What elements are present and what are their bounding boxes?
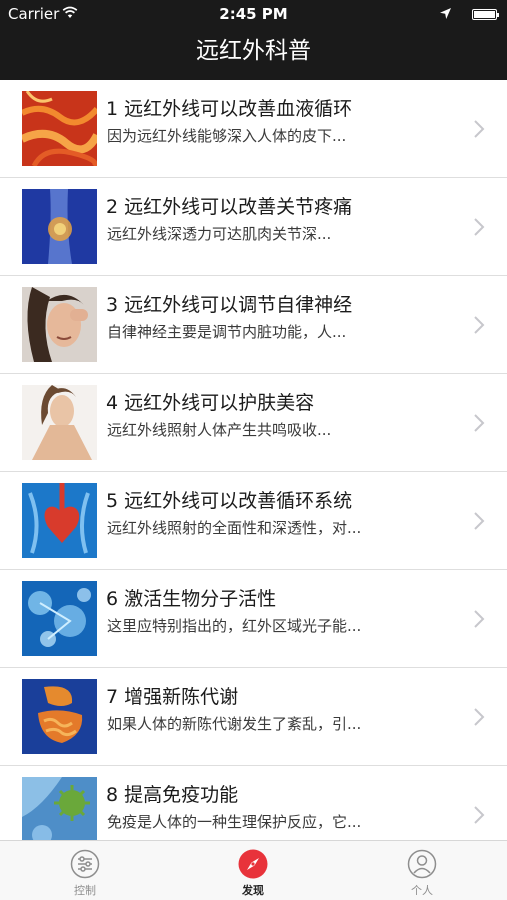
article-title: 7 增强新陈代谢: [106, 686, 239, 708]
headache-woman-image: [22, 287, 97, 362]
tab-label: 个人: [411, 884, 433, 897]
article-title: 8 提高免疫功能: [106, 784, 239, 806]
tab-label: 发现: [242, 884, 264, 897]
chevron-right-icon: [474, 414, 485, 432]
article-summary: 如果人体的新陈代谢发生了紊乱，引...: [107, 715, 362, 733]
article-summary: 自律神经主要是调节内脏功能，人...: [107, 323, 347, 341]
knee-joint-image: [22, 189, 97, 264]
article-title: 5 远红外线可以改善循环系统: [106, 490, 353, 512]
article-title: 2 远红外线可以改善关节疼痛: [106, 196, 353, 218]
article-title: 1 远红外线可以改善血液循环: [106, 98, 353, 120]
list-item[interactable]: 3 远红外线可以调节自律神经 自律神经主要是调节内脏功能，人...: [0, 276, 507, 374]
article-summary: 因为远红外线能够深入人体的皮下...: [107, 127, 347, 145]
list-item[interactable]: 6 激活生物分子活性 这里应特别指出的，红外区域光子能...: [0, 570, 507, 668]
compass-icon: [238, 849, 268, 879]
article-title: 3 远红外线可以调节自律神经: [106, 294, 353, 316]
article-summary: 远红外线照射的全面性和深透性，对...: [107, 519, 362, 537]
chevron-right-icon: [474, 610, 485, 628]
article-title: 4 远红外线可以护肤美容: [106, 392, 315, 414]
article-summary: 远红外线照射人体产生共鸣吸收...: [107, 421, 332, 439]
tab-control[interactable]: 控制: [30, 841, 140, 900]
chevron-right-icon: [474, 708, 485, 726]
status-bar: Carrier 2:45 PM: [0, 0, 507, 28]
article-summary: 远红外线深透力可达肌肉关节深...: [107, 225, 332, 243]
page-title: 远红外科普: [196, 38, 311, 64]
tab-label: 控制: [74, 884, 96, 897]
list-item[interactable]: 1 远红外线可以改善血液循环 因为远红外线能够深入人体的皮下...: [0, 80, 507, 178]
heart-anatomy-image: [22, 483, 97, 558]
blood-vessels-image: [22, 91, 97, 166]
list-item[interactable]: 4 远红外线可以护肤美容 远红外线照射人体产生共鸣吸收...: [0, 374, 507, 472]
tab-profile[interactable]: 个人: [367, 841, 477, 900]
battery-icon: [472, 9, 499, 20]
digestive-system-image: [22, 679, 97, 754]
location-arrow-icon: [440, 8, 451, 19]
chevron-right-icon: [474, 512, 485, 530]
clock: 2:45 PM: [219, 5, 288, 23]
chevron-right-icon: [474, 218, 485, 236]
sliders-icon: [70, 849, 100, 879]
article-title: 6 激活生物分子活性: [106, 588, 277, 610]
tab-bar: 控制 发现 个人: [0, 840, 507, 900]
list-item[interactable]: 2 远红外线可以改善关节疼痛 远红外线深透力可达肌肉关节深...: [0, 178, 507, 276]
article-summary: 免疫是人体的一种生理保护反应，它...: [107, 813, 362, 831]
list-item[interactable]: 8 提高免疫功能 免疫是人体的一种生理保护反应，它...: [0, 766, 507, 840]
tab-discover[interactable]: 发现: [198, 841, 308, 900]
chevron-right-icon: [474, 120, 485, 138]
list-item[interactable]: 5 远红外线可以改善循环系统 远红外线照射的全面性和深透性，对...: [0, 472, 507, 570]
list-item[interactable]: 7 增强新陈代谢 如果人体的新陈代谢发生了紊乱，引...: [0, 668, 507, 766]
header: Carrier 2:45 PM 远红外科普: [0, 0, 507, 80]
article-list: 1 远红外线可以改善血液循环 因为远红外线能够深入人体的皮下... 2 远红外线…: [0, 80, 507, 840]
immune-virus-image: [22, 777, 97, 840]
skincare-woman-image: [22, 385, 97, 460]
chevron-right-icon: [474, 316, 485, 334]
molecules-image: [22, 581, 97, 656]
user-icon: [407, 849, 437, 879]
chevron-right-icon: [474, 806, 485, 824]
article-summary: 这里应特别指出的，红外区域光子能...: [107, 617, 362, 635]
